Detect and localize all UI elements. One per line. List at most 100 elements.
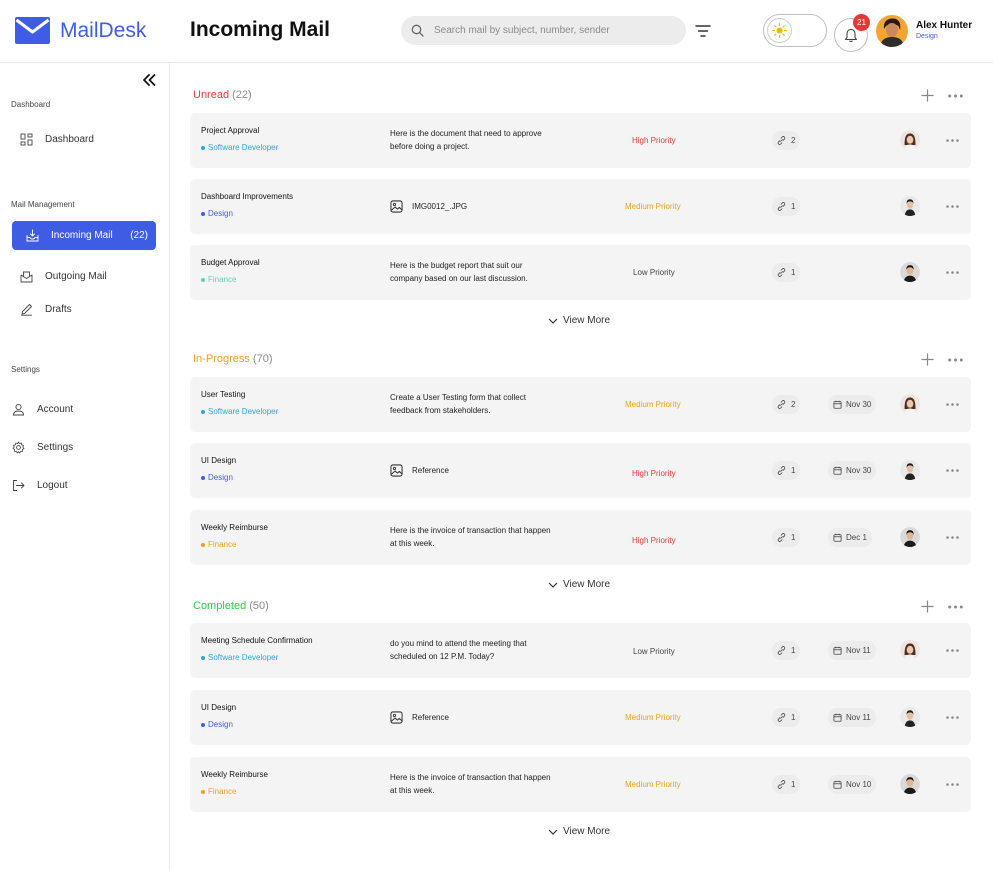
theme-toggle[interactable]: [763, 14, 827, 47]
due-date[interactable]: Nov 30: [828, 461, 877, 480]
link-count[interactable]: 1: [772, 197, 801, 216]
mail-row[interactable]: UI Design Design Reference High Priority…: [190, 443, 971, 498]
priority-label: Low Priority: [633, 647, 675, 656]
assignee-avatar[interactable]: [900, 196, 920, 216]
link-count[interactable]: 1: [772, 461, 801, 480]
add-icon[interactable]: [921, 600, 934, 613]
add-icon[interactable]: [921, 353, 934, 366]
user-icon: [13, 403, 24, 416]
mail-row[interactable]: Project Approval Software Developer Here…: [190, 113, 971, 168]
pencil-icon: [21, 304, 32, 316]
link-count[interactable]: 2: [772, 131, 801, 150]
calendar-icon: [833, 713, 842, 722]
link-icon: [777, 268, 786, 277]
sidebar-item-logout[interactable]: Logout: [12, 479, 68, 492]
mail-row[interactable]: Meeting Schedule Confirmation Software D…: [190, 623, 971, 678]
more-icon[interactable]: [946, 716, 959, 719]
view-more-unread[interactable]: View More: [548, 315, 610, 326]
mail-title: UI Design: [201, 703, 237, 712]
due-date[interactable]: Nov 11: [828, 641, 876, 660]
add-icon[interactable]: [921, 89, 934, 102]
more-icon[interactable]: [948, 358, 963, 362]
tag-label: Design: [208, 209, 233, 218]
desc-line: at this week.: [390, 786, 435, 795]
link-count[interactable]: 1: [772, 708, 801, 727]
sidebar-item-settings[interactable]: Settings: [12, 441, 73, 454]
group-count: (50): [249, 600, 269, 612]
collapse-sidebar-icon[interactable]: [142, 74, 156, 86]
mail-title: Budget Approval: [201, 258, 260, 267]
more-icon[interactable]: [948, 605, 963, 609]
due-date[interactable]: Nov 11: [828, 708, 876, 727]
user-avatar[interactable]: [876, 15, 908, 47]
sidebar-item-dashboard[interactable]: Dashboard: [20, 133, 94, 146]
link-count[interactable]: 1: [772, 528, 801, 547]
more-icon[interactable]: [946, 783, 959, 786]
sidebar-item-outgoing-mail[interactable]: Outgoing Mail: [20, 270, 107, 283]
due-date[interactable]: Nov 30: [828, 395, 877, 414]
group-title-unread: Unread (22): [193, 89, 252, 101]
assignee-avatar[interactable]: [900, 707, 920, 727]
link-icon: [777, 136, 786, 145]
view-more-completed[interactable]: View More: [548, 826, 610, 837]
mail-row[interactable]: Weekly Reimburse Finance Here is the inv…: [190, 510, 971, 565]
sidebar-item-label: Account: [37, 404, 74, 415]
mail-row[interactable]: Budget Approval Finance Here is the budg…: [190, 245, 971, 300]
link-count[interactable]: 2: [772, 395, 801, 414]
grid-icon: [20, 133, 33, 146]
group-label: Completed: [193, 600, 247, 612]
group-label: In-Progress: [193, 353, 250, 365]
filter-icon[interactable]: [695, 24, 711, 38]
attachment[interactable]: IMG0012_.JPG: [390, 200, 467, 213]
assignee-avatar[interactable]: [900, 394, 920, 414]
sidebar-item-account[interactable]: Account: [12, 403, 73, 416]
more-icon[interactable]: [948, 94, 963, 98]
more-icon[interactable]: [946, 139, 959, 142]
desc-line: Here is the document that need to approv…: [390, 129, 542, 138]
link-count[interactable]: 1: [772, 641, 801, 660]
assignee-avatar[interactable]: [900, 130, 920, 150]
assignee-avatar[interactable]: [900, 262, 920, 282]
mail-row[interactable]: UI Design Design Reference Medium Priori…: [190, 690, 971, 745]
user-name: Alex Hunter: [916, 20, 973, 31]
link-count[interactable]: 1: [772, 775, 801, 794]
link-icon: [777, 202, 786, 211]
attachment[interactable]: Reference: [390, 464, 449, 477]
due-date-value: Nov 10: [846, 780, 872, 789]
more-icon[interactable]: [946, 469, 959, 472]
attachment[interactable]: Reference: [390, 711, 449, 724]
more-icon[interactable]: [946, 403, 959, 406]
sidebar-item-label: Dashboard: [45, 134, 94, 145]
tag-dot: [201, 211, 205, 216]
mail-row[interactable]: User Testing Software Developer Create a…: [190, 377, 971, 432]
link-count[interactable]: 1: [772, 263, 801, 282]
link-count-value: 1: [791, 533, 796, 542]
link-count-value: 1: [791, 268, 796, 277]
priority-label: Medium Priority: [625, 780, 681, 789]
more-icon[interactable]: [946, 205, 959, 208]
search-bar[interactable]: [401, 16, 686, 45]
image-icon: [390, 200, 403, 213]
due-date[interactable]: Dec 1: [828, 528, 872, 547]
view-more-label: View More: [563, 579, 611, 590]
more-icon[interactable]: [946, 536, 959, 539]
assignee-avatar[interactable]: [900, 774, 920, 794]
assignee-avatar[interactable]: [900, 527, 920, 547]
incoming-count: (22): [130, 230, 148, 241]
due-date-value: Nov 30: [846, 466, 872, 475]
assignee-avatar[interactable]: [900, 640, 920, 660]
logout-icon: [13, 480, 25, 491]
sidebar-item-drafts[interactable]: Drafts: [20, 303, 72, 316]
mail-row[interactable]: Weekly Reimburse Finance Here is the inv…: [190, 757, 971, 812]
search-input[interactable]: [434, 25, 674, 36]
mail-tag: Design: [201, 209, 233, 218]
due-date[interactable]: Nov 10: [828, 775, 877, 794]
sidebar-item-incoming-mail[interactable]: Incoming Mail (22): [12, 221, 156, 250]
more-icon[interactable]: [946, 271, 959, 274]
tag-label: Finance: [208, 540, 237, 549]
view-more-in-progress[interactable]: View More: [548, 579, 610, 590]
assignee-avatar[interactable]: [900, 460, 920, 480]
app-logo[interactable]: MailDesk: [15, 17, 146, 44]
mail-row[interactable]: Dashboard Improvements Design IMG0012_.J…: [190, 179, 971, 234]
more-icon[interactable]: [946, 649, 959, 652]
